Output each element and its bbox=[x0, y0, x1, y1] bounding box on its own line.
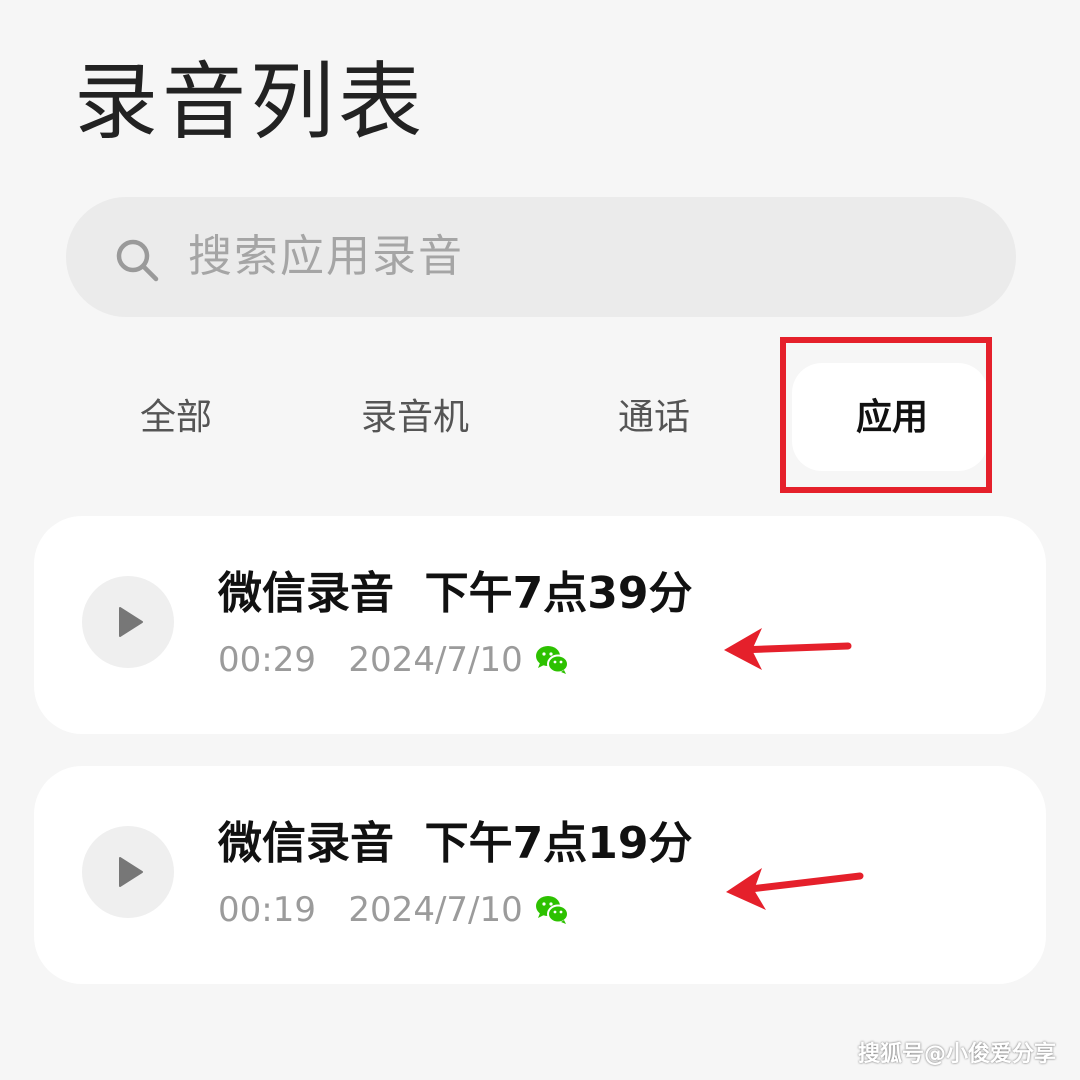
play-button[interactable] bbox=[82, 576, 174, 668]
recording-meta: 00:29 2024/7/10 bbox=[218, 636, 569, 684]
recording-date: 2024/7/10 bbox=[348, 890, 523, 930]
recording-meta: 00:19 2024/7/10 bbox=[218, 886, 569, 934]
play-icon bbox=[119, 607, 143, 637]
search-input[interactable]: 搜索应用录音 bbox=[188, 227, 464, 287]
search-icon bbox=[116, 239, 159, 282]
recording-title: 微信录音 下午7点39分 bbox=[218, 568, 693, 619]
tab-all[interactable]: 全部 bbox=[136, 388, 216, 448]
list-item[interactable]: 微信录音 下午7点19分 00:19 2024/7/10 bbox=[34, 766, 1046, 984]
play-icon bbox=[119, 857, 143, 887]
recording-duration: 00:19 bbox=[218, 890, 316, 930]
play-button[interactable] bbox=[82, 826, 174, 918]
annotation-arrow bbox=[726, 868, 864, 910]
recording-date: 2024/7/10 bbox=[348, 640, 523, 680]
wechat-icon bbox=[535, 896, 569, 924]
list-item[interactable]: 微信录音 下午7点39分 00:29 2024/7/10 bbox=[34, 516, 1046, 734]
annotation-arrow bbox=[724, 628, 852, 670]
annotation-highlight-box bbox=[780, 337, 992, 493]
recording-duration: 00:29 bbox=[218, 640, 316, 680]
tab-recorder[interactable]: 录音机 bbox=[356, 388, 474, 448]
tab-calls[interactable]: 通话 bbox=[614, 388, 694, 448]
wechat-icon bbox=[535, 646, 569, 674]
page-title: 录音列表 bbox=[74, 53, 427, 151]
recording-title: 微信录音 下午7点19分 bbox=[218, 818, 693, 869]
watermark: 搜狐号@小俊爱分享 bbox=[857, 1042, 1056, 1067]
